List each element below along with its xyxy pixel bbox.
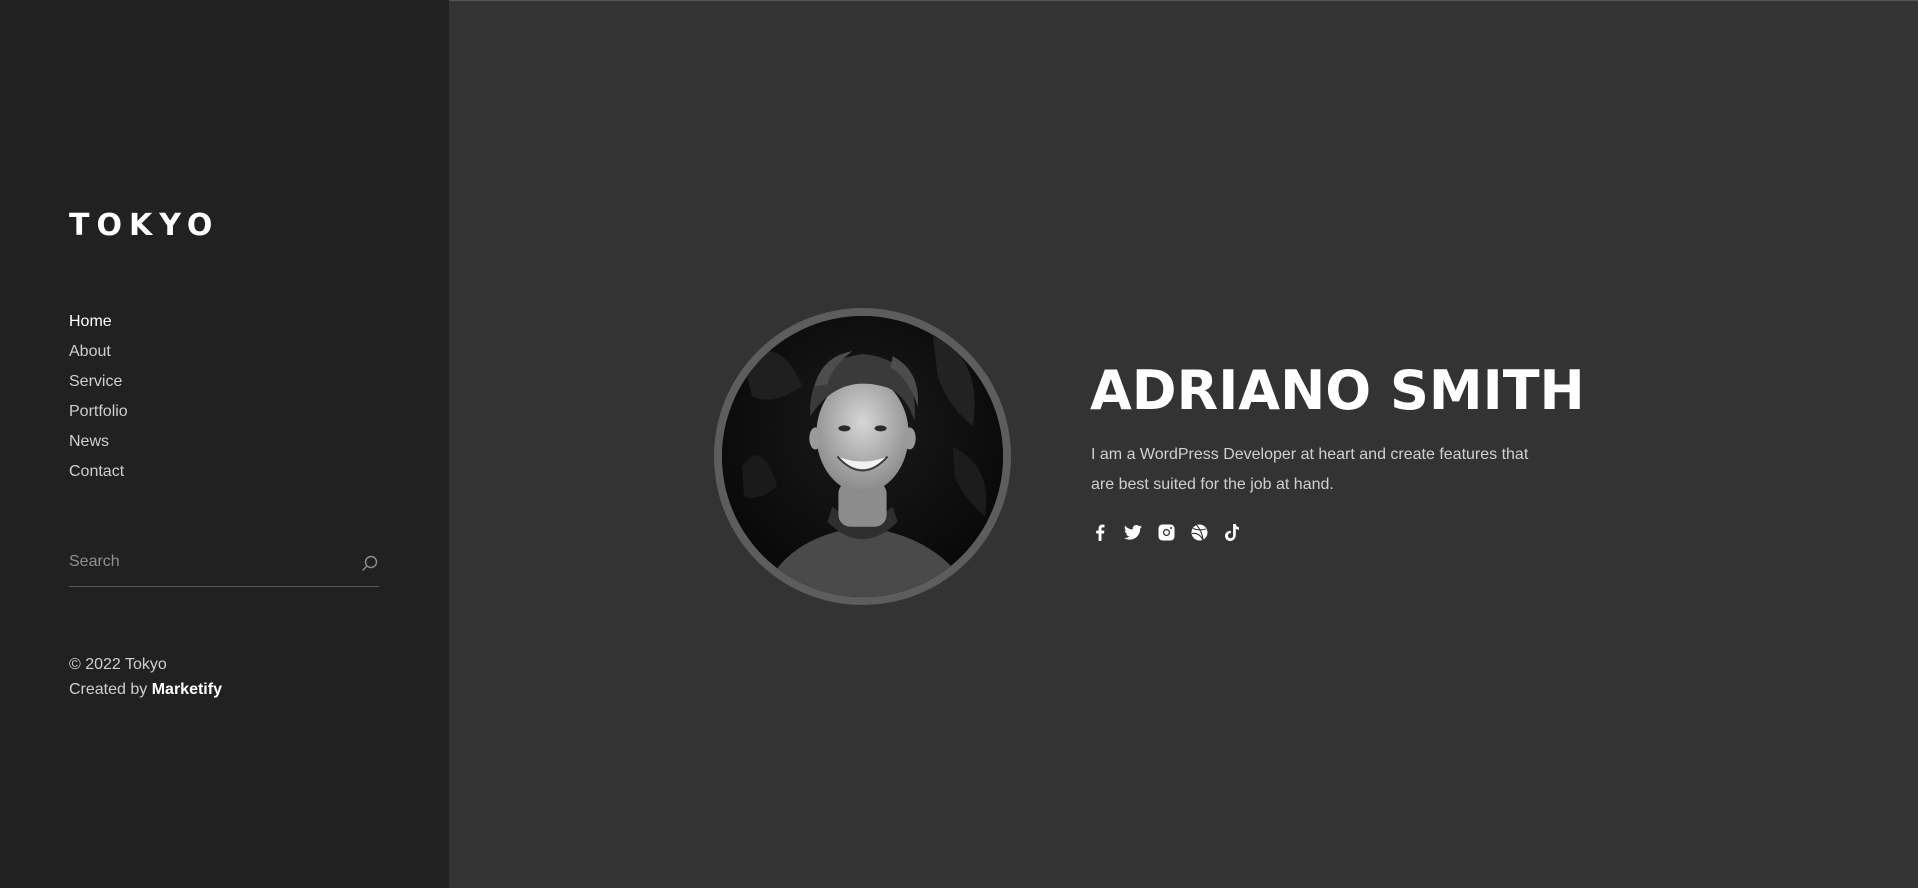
nav-item-service[interactable]: Service [69,370,128,400]
tiktok-icon[interactable] [1223,523,1241,541]
dribbble-icon[interactable] [1190,523,1208,541]
sidebar: TOKYO Home About Service Portfolio News … [0,0,449,888]
hero-name: ADRIANO SMITH [1090,359,1585,422]
created-by: Created by Marketify [69,677,222,702]
twitter-icon[interactable] [1124,523,1142,541]
nav-item-portfolio[interactable]: Portfolio [69,400,128,430]
nav-item-about[interactable]: About [69,340,128,370]
hero-description: I am a WordPress Developer at heart and … [1091,446,1529,493]
copyright-line: © 2022 Tokyo [69,656,167,673]
facebook-icon[interactable] [1091,523,1109,541]
nav-item-contact[interactable]: Contact [69,460,128,490]
instagram-icon[interactable] [1157,523,1175,541]
search-icon[interactable] [361,554,379,572]
copyright: © 2022 Tokyo Created by Marketify [69,652,222,702]
nav-item-news[interactable]: News [69,430,128,460]
main-nav: Home About Service Portfolio News Contac… [69,310,128,490]
avatar-photo [722,316,1003,597]
portrait-image [722,316,1003,597]
created-by-brand-link[interactable]: Marketify [152,681,222,698]
search-box [69,548,379,587]
site-logo[interactable]: TOKYO [69,208,219,244]
nav-item-home[interactable]: Home [69,310,128,340]
avatar [714,308,1011,605]
social-links [1091,523,1241,541]
search-input[interactable] [69,548,349,576]
created-by-prefix: Created by [69,681,152,698]
